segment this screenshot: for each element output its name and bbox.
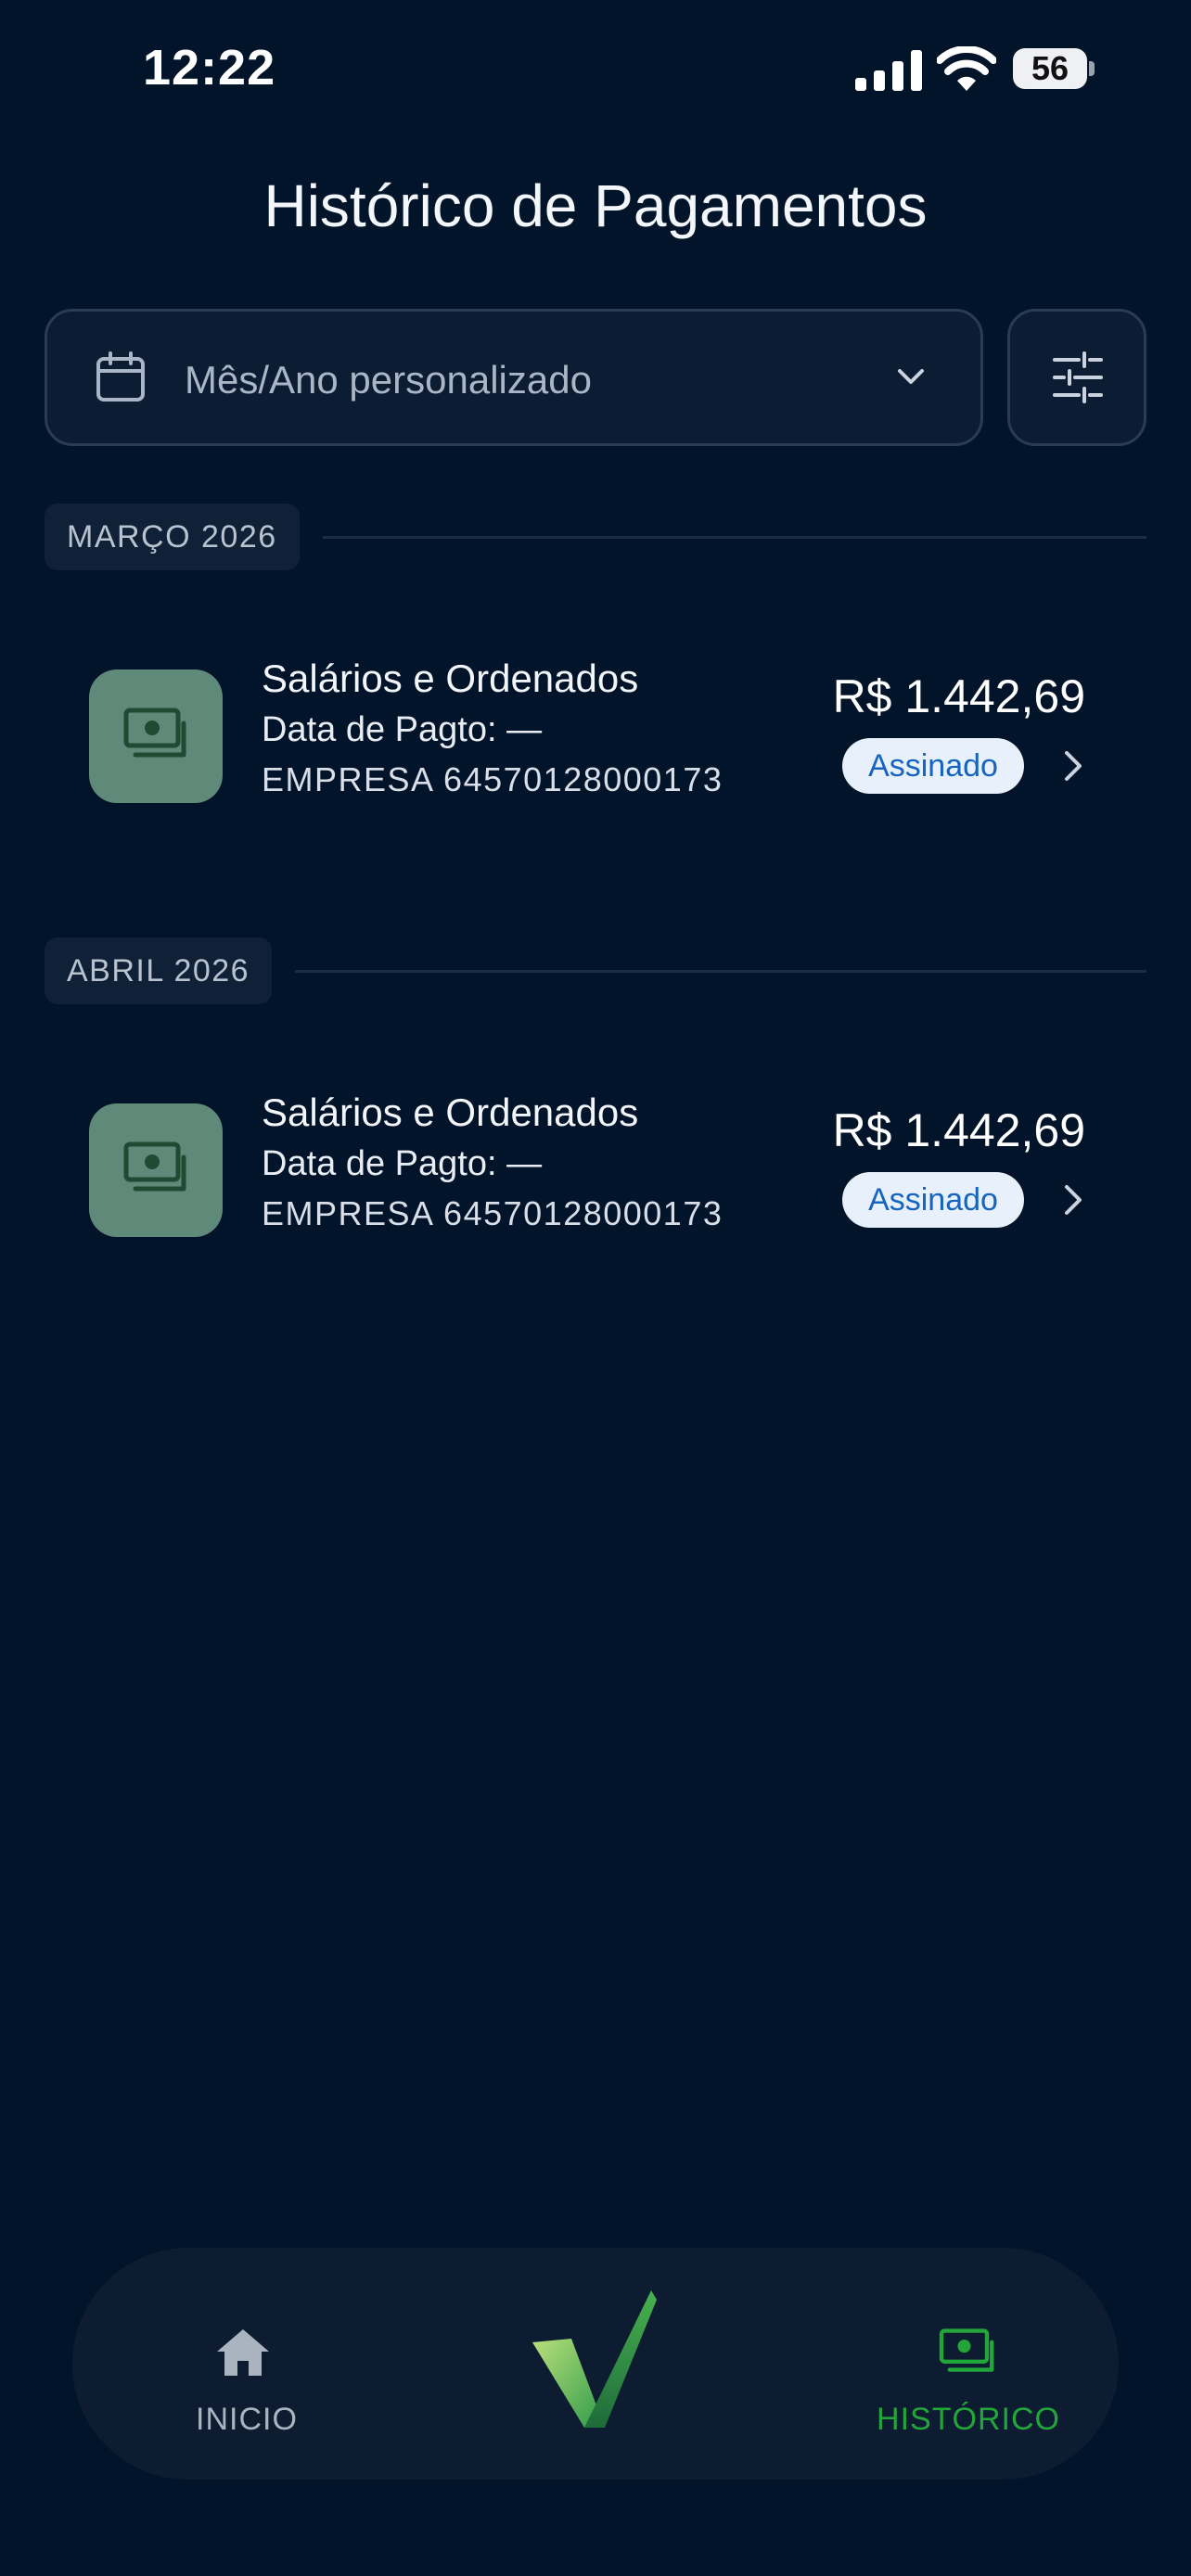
status-time: 12:22 bbox=[143, 40, 276, 96]
bottom-navigation: INICIO HISTÓRICO bbox=[72, 2248, 1119, 2480]
payment-date: Data de Pagto: — bbox=[262, 1144, 543, 1183]
status-badge: Assinado bbox=[842, 738, 1024, 794]
money-icon bbox=[939, 2328, 994, 2372]
nav-label-inicio: INICIO bbox=[196, 2402, 298, 2437]
payment-company: EMPRESA 64570128000173 bbox=[262, 760, 724, 798]
divider bbox=[295, 970, 1146, 973]
status-badge: Assinado bbox=[842, 1172, 1024, 1228]
sliders-icon bbox=[1053, 351, 1103, 403]
filter-settings-button[interactable] bbox=[1007, 309, 1146, 446]
page-title: Histórico de Pagamentos bbox=[263, 172, 928, 239]
filter-placeholder: Mês/Ano personalizado bbox=[185, 358, 592, 402]
battery-level: 56 bbox=[1031, 49, 1069, 87]
nav-item-historico[interactable]: HISTÓRICO bbox=[829, 2248, 1108, 2480]
logo-check[interactable] bbox=[531, 2289, 679, 2437]
battery-icon: 56 bbox=[1013, 48, 1095, 91]
month-label: MARÇO 2026 bbox=[45, 504, 300, 570]
payment-amount: R$ 1.442,69 bbox=[832, 670, 1085, 722]
payment-list-item[interactable]: Salários e Ordenados Data de Pagto: — EM… bbox=[45, 649, 1146, 807]
home-icon bbox=[217, 2329, 269, 2376]
wifi-icon bbox=[937, 46, 996, 91]
nav-label-historico: HISTÓRICO bbox=[877, 2402, 1060, 2437]
chevron-down-icon bbox=[898, 369, 924, 384]
divider bbox=[323, 536, 1146, 539]
chevron-right-icon bbox=[1065, 1185, 1082, 1215]
month-section-header: ABRIL 2026 bbox=[45, 937, 1146, 1004]
payment-title: Salários e Ordenados bbox=[262, 657, 639, 700]
status-bar: 12:22 56 bbox=[0, 0, 1191, 139]
payment-type-icon bbox=[89, 1103, 223, 1237]
month-year-filter-select[interactable]: Mês/Ano personalizado bbox=[45, 309, 983, 446]
payment-list-item[interactable]: Salários e Ordenados Data de Pagto: — EM… bbox=[45, 1083, 1146, 1241]
calendar-icon bbox=[96, 351, 145, 402]
month-label: ABRIL 2026 bbox=[45, 937, 273, 1004]
money-icon bbox=[123, 1141, 186, 1192]
payment-company: EMPRESA 64570128000173 bbox=[262, 1194, 724, 1232]
nav-item-inicio[interactable]: INICIO bbox=[108, 2248, 386, 2480]
month-section-header: MARÇO 2026 bbox=[45, 504, 1146, 570]
chevron-right-icon bbox=[1065, 751, 1082, 781]
payment-type-icon bbox=[89, 670, 223, 803]
cellular-signal-icon bbox=[855, 48, 924, 91]
payment-date: Data de Pagto: — bbox=[262, 710, 543, 749]
money-icon bbox=[123, 708, 186, 758]
payment-title: Salários e Ordenados bbox=[262, 1090, 639, 1134]
payment-amount: R$ 1.442,69 bbox=[832, 1104, 1085, 1156]
